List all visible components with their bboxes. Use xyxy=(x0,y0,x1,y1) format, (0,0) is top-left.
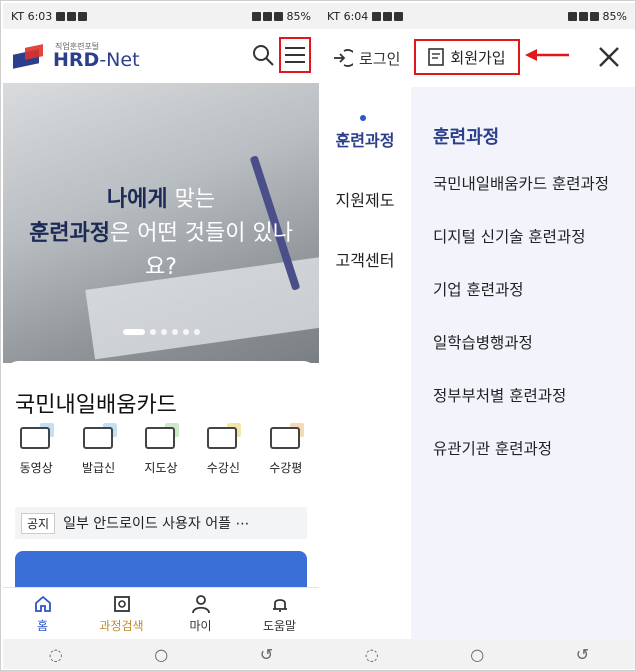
hrd-net-logo[interactable]: 직업훈련포털 HRD-Net xyxy=(13,42,140,71)
back-icon[interactable]: ↺ xyxy=(260,645,273,664)
app-header: 직업훈련포털 HRD-Net xyxy=(3,29,319,83)
bottom-tab-bar: 홈 과정검색 마이 도움말 xyxy=(3,587,319,639)
submenu-item[interactable]: 기업 훈련과정 xyxy=(433,277,621,303)
tab-label: 홈 xyxy=(36,618,49,633)
active-indicator xyxy=(360,115,366,121)
quick-link-label: 지도상 xyxy=(144,461,178,475)
logo-title: HRD-Net xyxy=(53,48,140,71)
consult-icon xyxy=(143,423,179,455)
hero-line2-rest: 은 어떤 것들이 있나 xyxy=(110,221,293,246)
search-icon[interactable] xyxy=(251,43,275,67)
login-label: 로그인 xyxy=(359,49,401,68)
submenu-item[interactable]: 디지털 신기술 훈련과정 xyxy=(433,224,621,250)
notification-icons xyxy=(56,11,88,21)
annotation-arrow-left xyxy=(525,49,569,61)
quick-link-consult[interactable]: 지도상 xyxy=(132,423,190,476)
submenu-item[interactable]: 일학습병행과정 xyxy=(433,330,621,356)
logo-mark-icon xyxy=(13,44,47,69)
hero-line3: 요? xyxy=(145,255,177,280)
hero-line1-bold: 나에게 xyxy=(106,187,168,212)
search-doc-icon xyxy=(113,595,130,612)
back-icon[interactable]: ↺ xyxy=(576,645,589,664)
submenu-title: 훈련과정 xyxy=(433,127,500,148)
tab-help[interactable]: 도움말 xyxy=(240,588,319,639)
status-time: KT 6:04 xyxy=(327,9,369,23)
carousel-indicator[interactable] xyxy=(3,329,319,335)
status-time: KT 6:03 xyxy=(11,9,53,23)
hero-banner[interactable]: 나에게 맞는 훈련과정은 어떤 것들이 있나 요? xyxy=(3,83,319,363)
document-icon xyxy=(428,48,445,66)
card-icon xyxy=(81,423,117,455)
login-icon xyxy=(334,49,353,67)
tab-my[interactable]: 마이 xyxy=(161,588,240,639)
quick-link-label: 동영상 xyxy=(19,461,53,475)
side-item-support[interactable]: 지원제도 xyxy=(319,187,411,211)
system-nav-bar: ◌ ○ ↺ xyxy=(3,639,319,669)
drawer-submenu-panel: 훈련과정 국민내일배움카드 훈련과정 디지털 신기술 훈련과정 기업 훈련과정 … xyxy=(411,87,635,639)
quick-link-enroll[interactable]: 수강신 xyxy=(194,423,252,476)
logo-hrd: HRD xyxy=(53,48,100,71)
quick-links: 동영상 발급신 지도상 수강신 수강평 xyxy=(3,423,319,476)
tab-home[interactable]: 홈 xyxy=(3,588,82,639)
notice-text: 일부 안드로이드 사용자 어플 ⋯ xyxy=(63,516,250,532)
recent-apps-icon[interactable]: ◌ xyxy=(49,645,63,664)
submenu-item[interactable]: 유관기관 훈련과정 xyxy=(433,436,621,462)
review-icon xyxy=(268,423,304,455)
quick-link-issue[interactable]: 발급신 xyxy=(70,423,128,476)
signal-icons xyxy=(251,11,283,21)
person-icon xyxy=(191,594,210,613)
side-item-customer-center[interactable]: 고객센터 xyxy=(319,247,411,271)
signal-icons xyxy=(567,11,599,21)
home-screen: KT 6:03 85% 직업훈련포털 HRD-Net 나에게 맞는 훈련과정은 … xyxy=(3,3,319,669)
quick-link-review[interactable]: 수강평 xyxy=(257,423,315,476)
sign-up-label: 회원가입 xyxy=(450,48,506,67)
quick-link-label: 수강평 xyxy=(269,461,303,475)
notification-icons xyxy=(372,11,404,21)
login-button[interactable]: 로그인 xyxy=(331,47,400,69)
hero-headline: 나에게 맞는 훈련과정은 어떤 것들이 있나 요? xyxy=(3,183,319,285)
side-item-training[interactable]: 훈련과정 xyxy=(319,127,411,151)
battery-level: 85% xyxy=(286,9,311,23)
notice-tag: 공지 xyxy=(21,512,56,534)
home-icon xyxy=(34,595,51,612)
check-icon xyxy=(205,423,242,455)
drawer-side-menu: 훈련과정 지원제도 고객센터 xyxy=(319,87,411,639)
close-icon[interactable] xyxy=(597,43,621,71)
section-title: 국민내일배움카드 xyxy=(15,393,177,418)
hero-line1-rest: 맞는 xyxy=(167,187,216,212)
submenu-item[interactable]: 국민내일배움카드 훈련과정 xyxy=(433,171,621,197)
notice-bar[interactable]: 공지 일부 안드로이드 사용자 어플 ⋯ xyxy=(15,507,307,539)
system-nav-bar: ◌ ○ ↺ xyxy=(319,639,635,669)
logo-net: -Net xyxy=(99,48,140,71)
sign-up-button[interactable]: 회원가입 xyxy=(414,39,520,75)
quick-link-video[interactable]: 동영상 xyxy=(7,423,65,476)
quick-link-label: 발급신 xyxy=(82,461,116,475)
tab-course-search[interactable]: 과정검색 xyxy=(82,588,161,639)
tab-label: 과정검색 xyxy=(99,618,144,633)
drawer-header: 로그인 회원가입 xyxy=(319,29,635,87)
battery-level: 85% xyxy=(602,9,627,23)
recent-apps-icon[interactable]: ◌ xyxy=(365,645,379,664)
bell-icon xyxy=(272,598,287,612)
status-bar: KT 6:04 85% xyxy=(319,3,635,29)
home-circle-icon[interactable]: ○ xyxy=(154,645,168,664)
quick-link-label: 수강신 xyxy=(206,461,240,475)
home-circle-icon[interactable]: ○ xyxy=(470,645,484,664)
hero-line2-bold: 훈련과정 xyxy=(29,221,111,246)
monitor-icon xyxy=(18,423,55,455)
tab-label: 도움말 xyxy=(262,618,297,633)
submenu-item[interactable]: 정부부처별 훈련과정 xyxy=(433,383,621,409)
status-bar: KT 6:03 85% xyxy=(3,3,319,29)
menu-drawer-screen: KT 6:04 85% 로그인 회원가입 훈련과정 지원제도 고객센터 훈련과정… xyxy=(319,3,635,669)
tab-label: 마이 xyxy=(189,618,212,633)
hamburger-menu-button[interactable] xyxy=(279,37,311,73)
